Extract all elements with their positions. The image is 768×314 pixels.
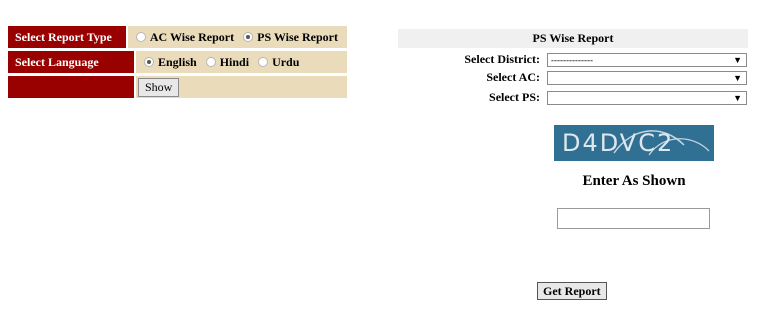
ps-wise-radio[interactable] bbox=[243, 32, 254, 42]
hindi-label: Hindi bbox=[219, 54, 250, 69]
ps-wise-label: PS Wise Report bbox=[257, 29, 338, 44]
ps-wise-report-title: PS Wise Report bbox=[398, 29, 748, 48]
captcha-prompt: Enter As Shown bbox=[582, 173, 686, 189]
captcha-input[interactable] bbox=[557, 208, 710, 229]
language-row: Select Language English Hindi Urdu bbox=[8, 51, 347, 73]
language-label: Select Language bbox=[8, 51, 134, 73]
ps-wise-report-option[interactable]: PS Wise Report bbox=[243, 30, 338, 45]
show-row: Show bbox=[8, 76, 347, 98]
get-report-button[interactable]: Get Report bbox=[537, 282, 607, 300]
ac-wise-report-option[interactable]: AC Wise Report bbox=[135, 29, 235, 45]
district-select[interactable]: -------------- ▼ bbox=[547, 52, 747, 67]
dropdown-arrow-icon: ▼ bbox=[733, 72, 742, 83]
ac-row: Select AC: ▼ bbox=[398, 70, 749, 85]
report-type-row: Select Report Type AC Wise Report PS Wis… bbox=[8, 26, 347, 48]
show-cell: Show bbox=[136, 76, 347, 98]
ps-row: Select PS: ▼ bbox=[398, 90, 749, 105]
district-row: Select District: -------------- ▼ bbox=[398, 52, 749, 67]
language-options: English Hindi Urdu bbox=[136, 51, 347, 73]
english-option[interactable]: English bbox=[144, 55, 197, 70]
urdu-label: Urdu bbox=[272, 54, 300, 69]
hindi-option[interactable]: Hindi bbox=[205, 54, 250, 70]
ps-select[interactable]: ▼ bbox=[547, 90, 747, 105]
show-row-label bbox=[8, 76, 134, 98]
ac-wise-label: AC Wise Report bbox=[149, 29, 235, 44]
district-label: Select District: bbox=[464, 52, 540, 66]
ac-label: Select AC: bbox=[486, 70, 540, 84]
captcha-text: D4DVC2 bbox=[562, 129, 675, 157]
urdu-radio[interactable] bbox=[258, 57, 269, 67]
ac-wise-radio[interactable] bbox=[135, 32, 146, 42]
urdu-option[interactable]: Urdu bbox=[258, 55, 299, 70]
dropdown-arrow-icon: ▼ bbox=[733, 54, 742, 65]
captcha-image: D4DVC2 bbox=[554, 125, 714, 161]
report-type-options: AC Wise Report PS Wise Report bbox=[127, 26, 347, 48]
ps-label: Select PS: bbox=[489, 90, 540, 104]
english-radio[interactable] bbox=[144, 57, 154, 67]
district-select-value: -------------- bbox=[551, 54, 593, 65]
report-form: Select Report Type AC Wise Report PS Wis… bbox=[8, 26, 347, 101]
dropdown-arrow-icon: ▼ bbox=[733, 92, 742, 103]
ac-select[interactable]: ▼ bbox=[547, 70, 747, 85]
english-label: English bbox=[158, 54, 197, 69]
hindi-radio[interactable] bbox=[205, 57, 216, 67]
report-type-label: Select Report Type bbox=[8, 26, 126, 48]
show-button[interactable]: Show bbox=[138, 77, 180, 97]
